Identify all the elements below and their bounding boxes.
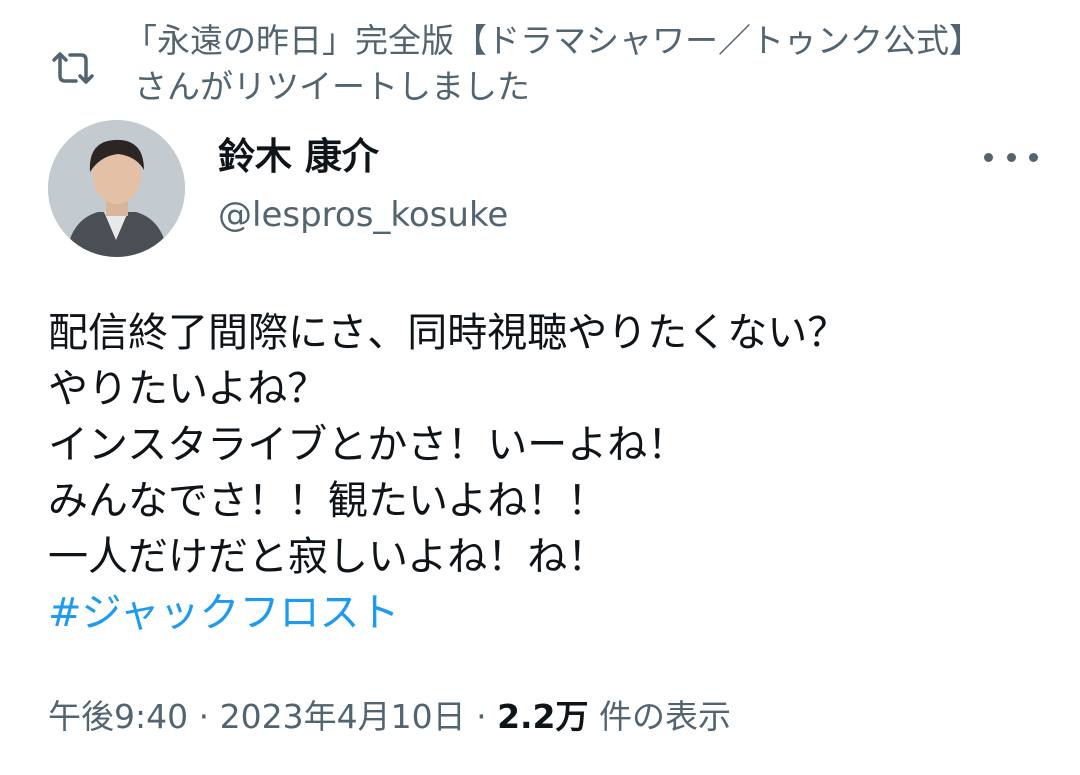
meta-separator: · xyxy=(188,697,220,736)
tweet-line: インスタライブとかさ！いーよね！ xyxy=(48,422,688,468)
tweet-date[interactable]: 2023年4月10日 xyxy=(220,697,466,736)
tweet-line: みんなでさ！！観たいよね！！ xyxy=(48,478,608,524)
hashtag-link[interactable]: #ジャックフロスト xyxy=(48,585,1048,641)
retweet-icon xyxy=(52,52,94,84)
tweet-meta: 午後9:40 · 2023年4月10日 · 2.2万 件の表示 xyxy=(48,694,731,740)
avatar-photo xyxy=(48,120,185,257)
more-options-button[interactable] xyxy=(984,142,1038,172)
author-display-name[interactable]: 鈴木 康介 xyxy=(218,134,379,180)
author-handle[interactable]: @lespros_kosuke xyxy=(218,192,508,238)
tweet-line: 配信終了間際にさ、同時視聴やりたくない？ xyxy=(48,310,848,356)
retweet-context: 「永遠の昨日」完全版【ドラマシャワー／トゥンク公式】さんがリツイートしました xyxy=(48,18,1008,108)
more-dots-icon xyxy=(1029,152,1038,162)
avatar[interactable] xyxy=(48,120,185,257)
retweet-by-text[interactable]: 「永遠の昨日」完全版【ドラマシャワー／トゥンク公式】さんがリツイートしました xyxy=(124,18,1014,110)
tweet-time[interactable]: 午後9:40 xyxy=(48,697,188,736)
more-dots-icon xyxy=(984,152,993,162)
tweet-author: 鈴木 康介 @lespros_kosuke xyxy=(48,120,1038,260)
tweet-line: 一人だけだと寂しいよね！ね！ xyxy=(48,534,608,580)
meta-separator: · xyxy=(465,697,498,736)
views-label: 件の表示 xyxy=(588,697,732,736)
views-count[interactable]: 2.2万 xyxy=(497,697,588,736)
more-dots-icon xyxy=(1006,152,1016,162)
tweet-line: やりたいよね？ xyxy=(48,366,328,412)
tweet-text: 配信終了間際にさ、同時視聴やりたくない？ やりたいよね？ インスタライブとかさ！… xyxy=(48,305,1048,641)
